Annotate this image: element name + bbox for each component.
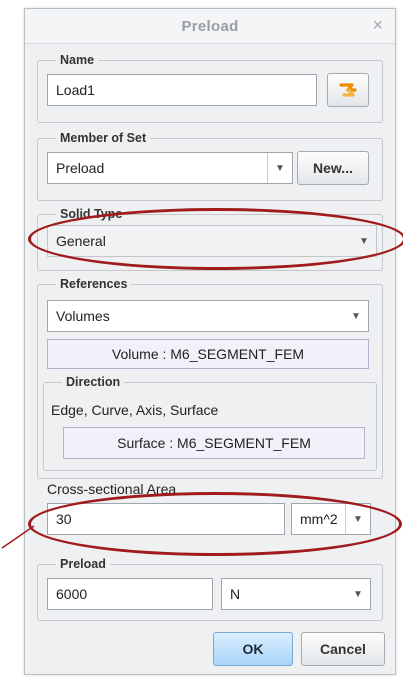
annotation-leader-line xyxy=(1,525,35,549)
